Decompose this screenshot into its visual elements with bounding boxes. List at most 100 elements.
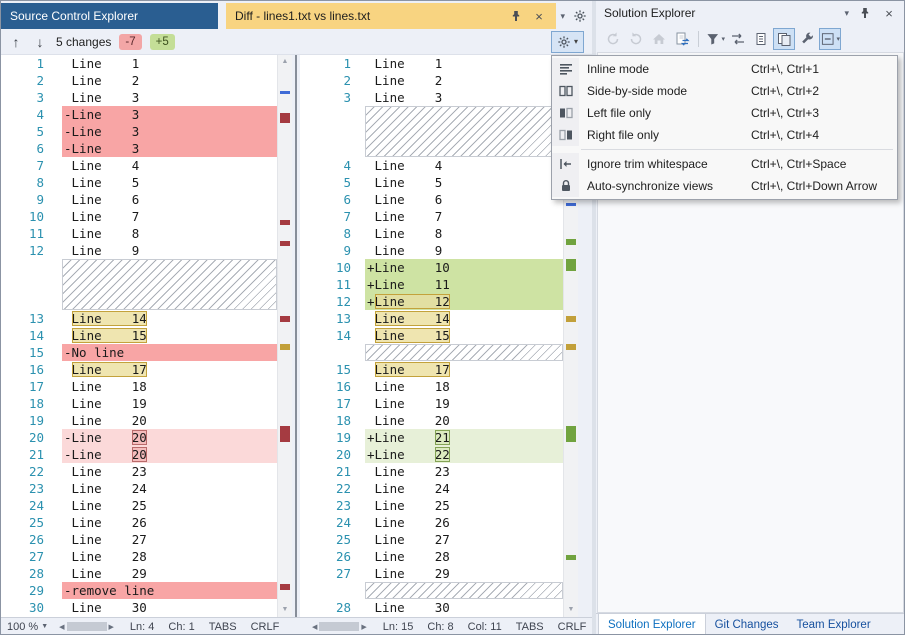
- scrollbar-thumb[interactable]: [319, 622, 359, 631]
- line-text[interactable]: Line 17: [365, 361, 563, 378]
- line-text[interactable]: Line 1: [62, 55, 277, 72]
- line-text[interactable]: Line 8: [365, 225, 563, 242]
- show-all-files-icon[interactable]: [750, 28, 772, 50]
- line-text[interactable]: Line 30: [365, 599, 563, 616]
- line-text[interactable]: Line 1: [365, 55, 563, 72]
- line-text[interactable]: Line 24: [62, 480, 277, 497]
- scrollbar-track[interactable]: [67, 622, 107, 631]
- line-text[interactable]: Line 19: [62, 395, 277, 412]
- line-text[interactable]: Line 15: [62, 327, 277, 344]
- tab-diff-document[interactable]: Diff - lines1.txt vs lines.txt ×: [226, 3, 556, 29]
- scroll-left-icon[interactable]: ◀: [310, 623, 319, 631]
- line-text[interactable]: Line 25: [365, 497, 563, 514]
- line-text[interactable]: +Line 22: [365, 446, 563, 463]
- line-text[interactable]: Line 9: [62, 242, 277, 259]
- line-text[interactable]: Line 29: [365, 565, 563, 582]
- bottom-tab-git-changes[interactable]: Git Changes: [706, 614, 788, 635]
- line-text[interactable]: Line 7: [62, 208, 277, 225]
- line-text[interactable]: Line 6: [62, 191, 277, 208]
- scrollbar-down-icon[interactable]: ▼: [278, 605, 292, 615]
- line-text[interactable]: Line 25: [62, 497, 277, 514]
- menu-item-left-file-only[interactable]: Left file onlyCtrl+\, Ctrl+3: [552, 102, 897, 124]
- left-pane-code[interactable]: 1 Line 12 Line 23 Line 34-Line 35-Line 3…: [0, 55, 277, 617]
- line-text[interactable]: Line 7: [365, 208, 563, 225]
- line-text[interactable]: -Line 3: [62, 140, 277, 157]
- line-text[interactable]: Line 5: [62, 174, 277, 191]
- close-icon[interactable]: ×: [531, 8, 547, 24]
- line-text[interactable]: +Line 21: [365, 429, 563, 446]
- line-text[interactable]: Line 19: [365, 395, 563, 412]
- scrollbar-track[interactable]: [319, 622, 359, 631]
- line-text[interactable]: Line 28: [365, 548, 563, 565]
- line-text[interactable]: -Line 3: [62, 123, 277, 140]
- line-text[interactable]: +Line 12: [365, 293, 563, 310]
- right-pane-code[interactable]: 1 Line 12 Line 23 Line 34 Line 45 Line 5…: [300, 55, 563, 617]
- line-text[interactable]: -Line 3: [62, 106, 277, 123]
- line-text[interactable]: Line 18: [62, 378, 277, 395]
- line-text[interactable]: Line 3: [62, 89, 277, 106]
- line-text[interactable]: -Line 20: [62, 446, 277, 463]
- line-text[interactable]: Line 4: [62, 157, 277, 174]
- line-text[interactable]: Line 27: [365, 531, 563, 548]
- back-icon[interactable]: [602, 28, 624, 50]
- filter-icon[interactable]: ▾: [704, 28, 726, 50]
- line-text[interactable]: Line 15: [365, 327, 563, 344]
- scrollbar-up-icon[interactable]: ▲: [278, 57, 292, 67]
- chevron-down-icon[interactable]: ▾: [560, 11, 565, 22]
- line-text[interactable]: Line 6: [365, 191, 563, 208]
- collapse-all-icon[interactable]: ▾: [819, 28, 841, 50]
- previous-change-button[interactable]: ↑: [8, 34, 24, 50]
- right-diff-pane[interactable]: 1 Line 12 Line 23 Line 34 Line 45 Line 5…: [300, 55, 578, 617]
- line-text[interactable]: -Line 20: [62, 429, 277, 446]
- zoom-control[interactable]: 100 % ▼: [4, 621, 51, 633]
- scrollbar-thumb[interactable]: [67, 622, 107, 631]
- bottom-tab-solution-explorer[interactable]: Solution Explorer: [598, 614, 706, 635]
- line-text[interactable]: -remove line: [62, 582, 277, 599]
- pin-icon[interactable]: [857, 5, 873, 21]
- line-text[interactable]: Line 8: [62, 225, 277, 242]
- line-text[interactable]: Line 20: [62, 412, 277, 429]
- tab-source-control-explorer[interactable]: Source Control Explorer: [0, 3, 218, 29]
- line-text[interactable]: Line 2: [62, 72, 277, 89]
- horizontal-scrollbar[interactable]: ◀ ▶: [310, 622, 369, 631]
- scroll-right-icon[interactable]: ▶: [107, 623, 116, 631]
- line-text[interactable]: Line 29: [62, 565, 277, 582]
- forward-icon[interactable]: [625, 28, 647, 50]
- line-text[interactable]: Line 18: [365, 378, 563, 395]
- line-text[interactable]: Line 2: [365, 72, 563, 89]
- line-text[interactable]: Line 30: [62, 599, 277, 616]
- line-text[interactable]: Line 20: [365, 412, 563, 429]
- horizontal-scrollbar[interactable]: ◀ ▶: [57, 622, 116, 631]
- line-text[interactable]: Line 4: [365, 157, 563, 174]
- menu-item-auto-synchronize-views[interactable]: Auto-synchronize viewsCtrl+\, Ctrl+Down …: [552, 175, 897, 197]
- properties-icon[interactable]: [796, 28, 818, 50]
- left-vertical-scrollbar[interactable]: ▲▼: [277, 55, 292, 617]
- line-text[interactable]: +Line 10: [365, 259, 563, 276]
- line-text[interactable]: Line 23: [365, 463, 563, 480]
- pin-icon[interactable]: [508, 8, 524, 24]
- preview-selected-items-icon[interactable]: [773, 28, 795, 50]
- line-text[interactable]: Line 28: [62, 548, 277, 565]
- gear-icon[interactable]: [572, 8, 588, 24]
- line-text[interactable]: Line 24: [365, 480, 563, 497]
- sync-with-active-document-icon[interactable]: [671, 28, 693, 50]
- line-text[interactable]: Line 14: [365, 310, 563, 327]
- bottom-tab-team-explorer[interactable]: Team Explorer: [788, 614, 880, 635]
- pane-splitter[interactable]: [292, 55, 300, 617]
- line-text[interactable]: Line 26: [62, 514, 277, 531]
- scrollbar-down-icon[interactable]: ▼: [564, 605, 578, 615]
- home-icon[interactable]: [648, 28, 670, 50]
- chevron-down-icon[interactable]: ▾: [844, 8, 849, 19]
- next-change-button[interactable]: ↓: [32, 34, 48, 50]
- line-text[interactable]: Line 27: [62, 531, 277, 548]
- line-text[interactable]: Line 9: [365, 242, 563, 259]
- close-icon[interactable]: ×: [881, 5, 897, 21]
- scroll-left-icon[interactable]: ◀: [57, 623, 66, 631]
- left-diff-pane[interactable]: 1 Line 12 Line 23 Line 34-Line 35-Line 3…: [0, 55, 292, 617]
- line-text[interactable]: +Line 11: [365, 276, 563, 293]
- switch-views-icon[interactable]: [727, 28, 749, 50]
- menu-item-inline-mode[interactable]: Inline modeCtrl+\, Ctrl+1: [552, 58, 897, 80]
- menu-item-side-by-side-mode[interactable]: Side-by-side modeCtrl+\, Ctrl+2: [552, 80, 897, 102]
- scroll-right-icon[interactable]: ▶: [359, 623, 368, 631]
- line-text[interactable]: Line 17: [62, 361, 277, 378]
